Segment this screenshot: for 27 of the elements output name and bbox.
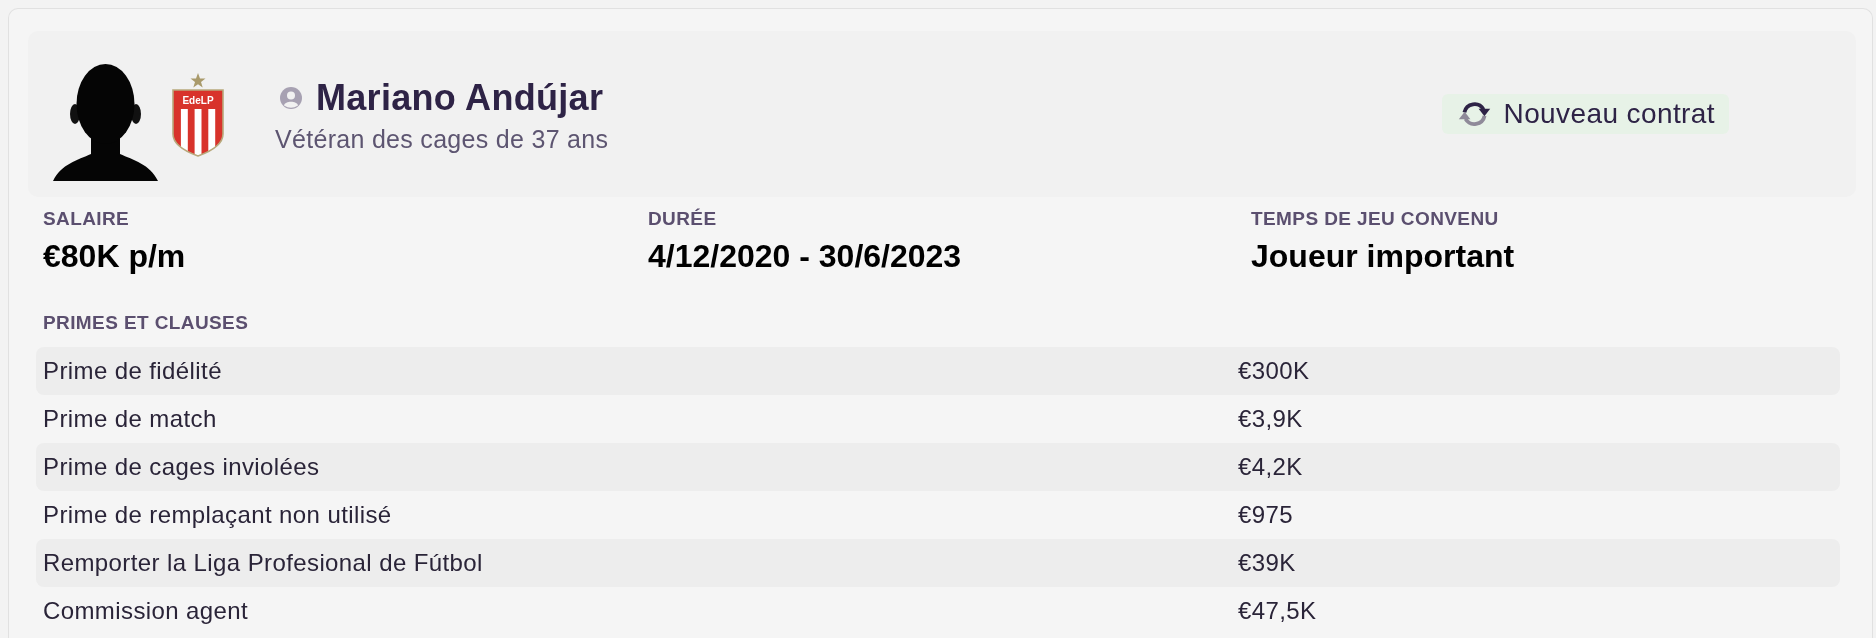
bonus-name-cell: Prime de match bbox=[43, 405, 217, 433]
term-value: €80K p/m bbox=[43, 237, 186, 275]
new-contract-button[interactable]: Nouveau contrat bbox=[1441, 94, 1729, 134]
striped-shield-icon bbox=[172, 88, 224, 157]
bonus-name-cell: Prime de remplaçant non utilisé bbox=[43, 501, 392, 529]
bonus-value-cell: €975 bbox=[1238, 501, 1293, 529]
bonus-value-cell: €3,9K bbox=[1238, 405, 1303, 433]
bonus-name-cell: Prime de cages inviolées bbox=[43, 453, 320, 481]
term-value: Joueur important bbox=[1251, 237, 1515, 275]
bonus-value-cell: €4,2K bbox=[1238, 453, 1303, 481]
player-name: Mariano Andújar bbox=[316, 76, 604, 120]
bonus-name-cell: Remporter la Liga Profesional de Fútbol bbox=[43, 549, 483, 577]
bonus-name-cell: Prime de fidélité bbox=[43, 357, 222, 385]
crest-text: EdeLP bbox=[182, 94, 214, 106]
refresh-icon bbox=[1456, 99, 1492, 129]
term-label: SALAIRE bbox=[43, 207, 130, 231]
person-icon bbox=[280, 87, 302, 109]
section-title: PRIMES ET CLAUSES bbox=[43, 311, 249, 335]
player-description: Vétéran des cages de 37 ans bbox=[275, 124, 609, 155]
bonus-value-cell: €47,5K bbox=[1238, 597, 1317, 625]
bonus-value-cell: €300K bbox=[1238, 357, 1310, 385]
bonus-name-cell: Commission agent bbox=[43, 597, 249, 625]
term-label: DURÉE bbox=[648, 207, 717, 231]
term-value: 4/12/2020 - 30/6/2023 bbox=[648, 237, 962, 275]
term-label: TEMPS DE JEU CONVENU bbox=[1251, 207, 1499, 231]
bonus-value-cell: €39K bbox=[1238, 549, 1296, 577]
star-icon bbox=[190, 72, 206, 87]
